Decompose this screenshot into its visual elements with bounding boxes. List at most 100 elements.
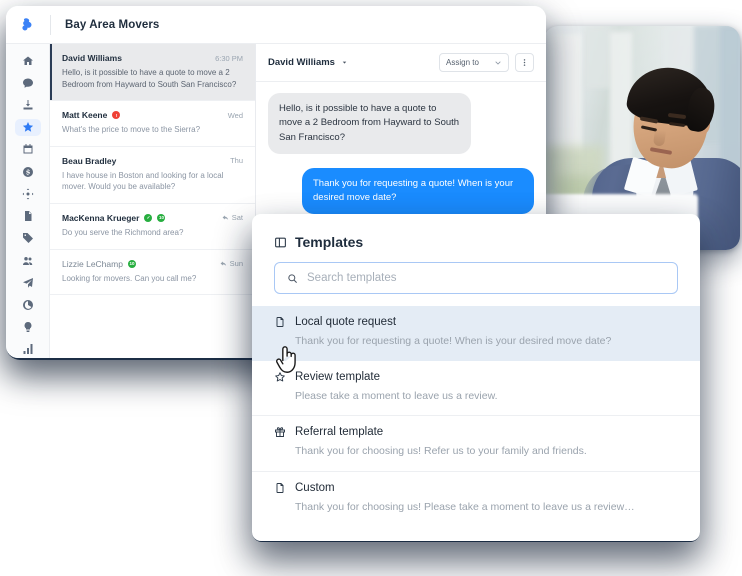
template-description: Please take a moment to leave us a revie… bbox=[295, 390, 498, 403]
sidebar-item-favorites[interactable] bbox=[14, 118, 41, 136]
templates-list: Local quote request Thank you for reques… bbox=[252, 306, 700, 526]
conversation-time: Thu bbox=[230, 156, 243, 165]
sidebar-item-ideas[interactable] bbox=[15, 319, 41, 336]
conversation-preview: Do you serve the Richmond area? bbox=[62, 227, 184, 237]
template-item-local-quote-request[interactable]: Local quote request Thank you for reques… bbox=[252, 306, 700, 362]
conversation-time: Wed bbox=[228, 111, 243, 120]
conversation-item[interactable]: Matt Keene ! Wed What's the price to mov… bbox=[50, 101, 255, 147]
chat-bubble-icon bbox=[22, 78, 33, 88]
sidebar-item-campaigns[interactable] bbox=[15, 274, 41, 291]
document-icon bbox=[276, 482, 284, 493]
people-icon bbox=[22, 256, 32, 265]
home-icon bbox=[22, 56, 33, 65]
template-description: Thank you for requesting a quote! When i… bbox=[295, 335, 612, 347]
sidebar-item-insights[interactable] bbox=[15, 296, 41, 313]
more-options-button[interactable] bbox=[515, 53, 534, 72]
template-item-custom[interactable]: Custom Thank you for choosing us! Please… bbox=[252, 472, 700, 526]
conversation-item[interactable]: MacKenna Krueger ✓ 10 Sat Do you serve t… bbox=[50, 204, 255, 250]
conversation-name: Beau Bradley bbox=[62, 155, 117, 166]
sidebar-item-home[interactable] bbox=[15, 52, 41, 69]
screenshot-root: Bay Area Movers David Williams 6:30 PM H… bbox=[0, 0, 742, 576]
lightbulb-icon bbox=[24, 322, 31, 333]
conversation-timestamp: Thu bbox=[230, 156, 243, 166]
conversation-preview: I have house in Boston and looking for a… bbox=[62, 170, 224, 192]
paper-plane-icon bbox=[22, 277, 33, 288]
sidebar-item-messages[interactable] bbox=[15, 74, 41, 91]
tag-icon bbox=[22, 233, 33, 244]
conversation-list[interactable]: David Williams 6:30 PM Hello, is it poss… bbox=[50, 44, 256, 358]
search-input[interactable] bbox=[307, 272, 665, 284]
sidebar-item-tags[interactable] bbox=[15, 230, 41, 247]
inbox-download-icon bbox=[23, 100, 32, 110]
conversation-name: Lizzie LeChamp bbox=[62, 258, 123, 269]
conversation-timestamp: Wed bbox=[227, 110, 243, 120]
pie-chart-icon bbox=[22, 300, 33, 311]
templates-panel-icon bbox=[275, 237, 286, 247]
brand-logo[interactable] bbox=[6, 16, 50, 34]
template-description: Thank you for choosing us! Refer us to y… bbox=[295, 445, 587, 458]
template-description: Thank you for choosing us! Please take a… bbox=[295, 500, 635, 513]
sidebar-item-automations[interactable] bbox=[15, 185, 41, 202]
chevron-down-icon bbox=[495, 60, 501, 65]
conversation-name: Matt Keene bbox=[62, 110, 108, 121]
template-item-referral-template[interactable]: Referral template Thank you for choosing… bbox=[252, 416, 700, 472]
sidebar-nav bbox=[6, 44, 50, 358]
status-badge: 10 bbox=[157, 213, 166, 222]
conversation-name: MacKenna Krueger bbox=[62, 212, 140, 223]
template-name: Custom bbox=[295, 481, 335, 494]
app-topbar: Bay Area Movers bbox=[6, 6, 546, 44]
chat-header: David Williams Assign to bbox=[256, 44, 546, 82]
template-item-review-template[interactable]: Review template Please take a moment to … bbox=[252, 361, 700, 417]
templates-panel: Templates Local quote request Thank you … bbox=[252, 214, 700, 541]
conversation-item[interactable]: David Williams 6:30 PM Hello, is it poss… bbox=[50, 44, 255, 102]
template-name: Review template bbox=[295, 371, 381, 384]
conversation-preview: Hello, is it possible to have a quote to… bbox=[62, 68, 237, 89]
sidebar-item-contacts[interactable] bbox=[15, 252, 41, 269]
status-badge: ! bbox=[112, 111, 121, 120]
templates-header: Templates bbox=[252, 214, 700, 250]
reply-arrow-icon bbox=[222, 215, 228, 221]
star-outline-icon bbox=[275, 372, 285, 382]
template-name: Local quote request bbox=[295, 316, 397, 328]
conversation-timestamp: Sat bbox=[231, 213, 243, 223]
sidebar-item-billing[interactable] bbox=[15, 163, 41, 180]
sidebar-item-calendar[interactable] bbox=[15, 141, 41, 158]
gift-icon bbox=[275, 427, 285, 438]
dollar-circle-icon bbox=[22, 166, 33, 177]
templates-title: Templates bbox=[295, 234, 364, 250]
conversation-name: David Williams bbox=[62, 53, 122, 63]
conversation-timestamp: Sun bbox=[229, 259, 243, 269]
status-badge: 10 bbox=[127, 259, 136, 268]
document-icon bbox=[276, 317, 284, 327]
brand-logo-icon bbox=[22, 17, 32, 30]
status-badge: ✓ bbox=[144, 213, 153, 222]
bar-chart-icon bbox=[23, 344, 32, 355]
conversation-preview: What's the price to move to the Sierra? bbox=[62, 125, 201, 135]
star-icon bbox=[22, 122, 33, 132]
sidebar-item-inbox[interactable] bbox=[15, 96, 41, 113]
conversation-item[interactable]: Beau Bradley Thu I have house in Boston … bbox=[50, 147, 255, 204]
message-bubble-outgoing: Thank you for requesting a quote! When i… bbox=[302, 167, 534, 215]
app-title: Bay Area Movers bbox=[65, 18, 160, 31]
caret-down-icon[interactable] bbox=[341, 59, 348, 66]
conversation-timestamp: 6:30 PM bbox=[215, 53, 243, 63]
sidebar-item-documents[interactable] bbox=[15, 208, 41, 225]
sidebar-item-reports[interactable] bbox=[15, 341, 41, 358]
conversation-time: Sat bbox=[222, 213, 243, 222]
assign-to-button[interactable]: Assign to bbox=[439, 53, 509, 72]
calendar-icon bbox=[23, 144, 32, 154]
chat-contact-name: David Williams bbox=[268, 57, 335, 68]
kebab-menu-icon bbox=[523, 59, 526, 66]
conversation-item[interactable]: Lizzie LeChamp 10 Sun Looking for movers… bbox=[50, 250, 255, 296]
message-bubble-incoming: Hello, is it possible to have a quote to… bbox=[268, 93, 471, 154]
reply-arrow-icon bbox=[220, 261, 226, 266]
search-box[interactable] bbox=[274, 262, 678, 294]
conversation-preview: Looking for movers. Can you call me? bbox=[62, 273, 197, 283]
network-nodes-icon bbox=[22, 188, 33, 200]
templates-search-wrap bbox=[252, 250, 700, 294]
document-icon bbox=[24, 211, 31, 222]
search-icon bbox=[288, 273, 297, 283]
conversation-time: 6:30 PM bbox=[215, 54, 243, 63]
template-name: Referral template bbox=[295, 426, 384, 439]
conversation-time: Sun bbox=[220, 259, 243, 268]
